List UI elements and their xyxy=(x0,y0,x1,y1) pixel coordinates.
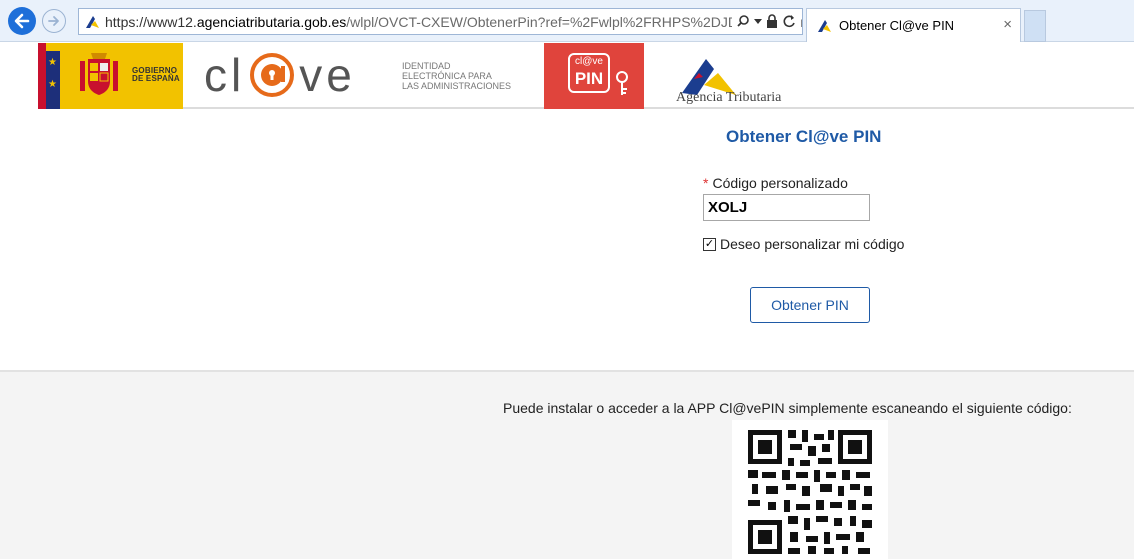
gobierno-de-espana-logo[interactable]: ★ ★ GOBIERNO DE ESPAÑA xyxy=(38,43,183,109)
browser-tab[interactable]: Obtener Cl@ve PIN × xyxy=(806,8,1021,42)
url-scheme: https://www12. xyxy=(105,13,197,30)
at-sign-lock-icon xyxy=(250,53,295,97)
address-bar-actions xyxy=(732,10,800,32)
tab-title: Obtener Cl@ve PIN xyxy=(839,18,955,33)
arrow-left-icon xyxy=(14,13,30,29)
search-icon[interactable] xyxy=(736,14,750,28)
code-field-label-text: Código personalizado xyxy=(712,175,848,191)
clave-logo-right: ve xyxy=(299,49,356,101)
address-bar[interactable]: https://www12. agenciatributaria.gob.es/w… xyxy=(78,8,803,35)
browser-toolbar: https://www12. agenciatributaria.gob.es/w… xyxy=(0,0,1134,42)
new-tab-button[interactable] xyxy=(1024,10,1046,42)
site-header-banner: ★ ★ GOBIERNO DE ESPAÑA cl ve IDENTIDAD E… xyxy=(38,43,1134,109)
clave-logo-left: cl xyxy=(204,49,246,101)
star-icon: ★ xyxy=(48,79,57,90)
refresh-icon[interactable] xyxy=(782,14,796,28)
dropdown-arrow-icon[interactable] xyxy=(754,17,762,25)
app-download-section: Puede instalar o acceder a la APP Cl@veP… xyxy=(0,370,1134,559)
flag-stripe-red xyxy=(38,43,46,109)
obtener-pin-button[interactable]: Obtener PIN xyxy=(750,287,870,323)
coat-of-arms-icon xyxy=(80,53,118,95)
pin-logo-top: cl@ve xyxy=(575,56,603,67)
pin-logo-main: PIN xyxy=(574,69,604,88)
page: https://www12. agenciatributaria.gob.es/w… xyxy=(0,0,1134,559)
qr-prompt-text: Puede instalar o acceder a la APP Cl@veP… xyxy=(503,400,1072,416)
agency-name: Agencia Tributaria xyxy=(676,90,782,105)
lock-icon[interactable] xyxy=(766,14,778,28)
clave-pin-logo[interactable]: cl@ve PIN xyxy=(544,43,644,109)
back-button[interactable] xyxy=(8,7,36,35)
tab-favicon-icon xyxy=(818,19,831,32)
personalized-code-input[interactable] xyxy=(703,194,870,221)
qr-code-icon xyxy=(732,420,888,559)
eu-flag-stripe: ★ ★ xyxy=(46,51,60,109)
page-title: Obtener Cl@ve PIN xyxy=(726,127,882,146)
clave-subtitle-line1: IDENTIDAD xyxy=(402,61,451,71)
personalize-code-checkbox[interactable]: ✓ xyxy=(703,237,716,251)
url-host: agenciatributaria.gob.es xyxy=(196,13,347,30)
gov-text-line2: DE ESPAÑA xyxy=(132,74,180,83)
clave-logo[interactable]: cl ve xyxy=(204,47,356,103)
site-favicon-icon xyxy=(86,15,99,28)
gov-text: GOBIERNO DE ESPAÑA xyxy=(132,67,180,83)
required-marker: * xyxy=(703,175,709,191)
clave-subtitle-line2: ELECTRÓNICA PARA xyxy=(402,71,492,81)
arrow-right-icon xyxy=(48,16,59,26)
clave-subtitle-line3: LAS ADMINISTRACIONES xyxy=(402,81,512,91)
personalize-code-option[interactable]: ✓ Deseo personalizar mi código xyxy=(703,236,904,252)
key-icon xyxy=(616,71,628,95)
personalize-code-label[interactable]: Deseo personalizar mi código xyxy=(720,236,904,252)
star-icon: ★ xyxy=(48,57,57,68)
code-field-label: * Código personalizado xyxy=(703,175,848,191)
forward-button[interactable] xyxy=(42,9,66,33)
clave-subtitle: IDENTIDAD ELECTRÓNICA PARA LAS ADMINISTR… xyxy=(402,61,511,91)
pin-logo-box: cl@ve PIN xyxy=(568,53,610,93)
tab-close-icon[interactable]: × xyxy=(1003,16,1012,33)
